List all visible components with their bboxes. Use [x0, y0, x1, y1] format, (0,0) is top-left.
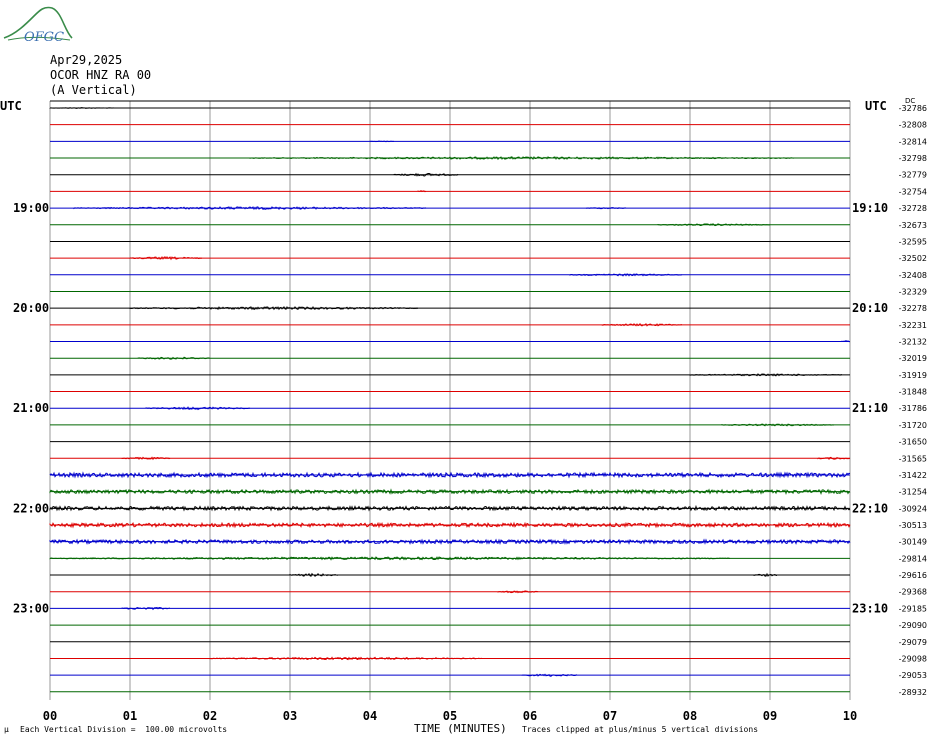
dc-offset-label: -32814	[899, 137, 927, 146]
x-tick-label: 08	[683, 709, 697, 723]
trace-noise-burst	[249, 156, 795, 161]
dc-offset-label: -32329	[899, 287, 927, 296]
x-tick-label: 06	[523, 709, 537, 723]
dc-offset-label: -32728	[899, 204, 927, 213]
trace-noise-burst	[569, 273, 683, 277]
dc-offset-label: -29814	[899, 554, 927, 563]
dc-offset-label: -29616	[899, 571, 927, 580]
x-tick-label: 03	[283, 709, 297, 723]
dc-offset-label: -30513	[899, 521, 927, 530]
hour-label-right: 20:10	[852, 301, 888, 315]
hour-label-left: 19:00	[13, 201, 49, 215]
hour-label-right: 21:10	[852, 401, 888, 415]
microvolt-symbol: μ	[4, 725, 9, 734]
dc-offset-label: -31565	[899, 454, 927, 463]
dc-offset-label: -32595	[899, 237, 927, 246]
dc-offset-label: -29053	[899, 671, 927, 680]
dc-offset-label: -32502	[899, 254, 927, 263]
dc-offset-label: -32673	[899, 221, 927, 230]
dc-offset-label: -29098	[899, 654, 927, 663]
dc-offset-label: -30149	[899, 538, 927, 547]
dc-offset-label: -31650	[899, 438, 927, 447]
dc-offset-label: -32019	[899, 354, 927, 363]
hour-label-right: 19:10	[852, 201, 888, 215]
trace-noise-burst	[129, 255, 203, 261]
dc-offset-label: -31919	[899, 371, 927, 380]
clipping-note: Traces clipped at plus/minus 5 vertical …	[522, 725, 759, 734]
trace-noise-burst	[121, 456, 171, 461]
seismogram-plot: DC -32786-32808-32814-32798-32779-32754-…	[13, 97, 927, 735]
hour-label-left: 23:00	[13, 601, 49, 615]
trace-noise-burst	[417, 190, 427, 193]
x-tick-label: 00	[43, 709, 57, 723]
hour-label-right: 22:10	[852, 501, 888, 515]
dc-offset-label: -31848	[899, 388, 927, 397]
dc-offset-label: -29368	[899, 588, 927, 597]
dc-offset-label: -29079	[899, 638, 927, 647]
dc-offset-label: -29090	[899, 621, 927, 630]
dc-offset-label: -32278	[899, 304, 927, 313]
x-tick-label: 05	[443, 709, 457, 723]
trace-noise-burst	[657, 223, 771, 227]
trace-noise-burst	[209, 656, 483, 661]
x-axis-title: TIME (MINUTES)	[414, 722, 507, 735]
trace-noise-burst	[585, 207, 627, 210]
dc-offset-label: -29185	[899, 604, 927, 613]
x-tick-label: 02	[203, 709, 217, 723]
hour-label-left: 20:00	[13, 301, 49, 315]
dc-offset-label: -31422	[899, 471, 927, 480]
trace-noise-burst	[369, 140, 395, 143]
x-tick-label: 01	[123, 709, 137, 723]
dc-offset-label: -32798	[899, 154, 927, 163]
dc-offset-label: -31786	[899, 404, 927, 413]
trace-noise-burst	[137, 356, 211, 360]
dc-offset-label: -31720	[899, 421, 927, 430]
dc-offset-label: -32779	[899, 171, 927, 180]
dc-offset-label: -32408	[899, 271, 927, 280]
x-tick-label: 10	[843, 709, 857, 723]
dc-offset-label: -28932	[899, 688, 927, 697]
dc-offset-label: -32754	[899, 187, 927, 196]
dc-offset-label: -32786	[899, 104, 927, 113]
dc-offset-label: -32231	[899, 321, 927, 330]
dc-offset-label: -32132	[899, 338, 927, 347]
x-tick-label: 04	[363, 709, 377, 723]
dc-offset-label: -31254	[899, 488, 927, 497]
trace-noise-burst	[129, 305, 419, 311]
dc-offset-label: -30924	[899, 504, 927, 513]
hour-label-left: 21:00	[13, 401, 49, 415]
dc-offset-label: -32808	[899, 121, 927, 130]
x-tick-label: 09	[763, 709, 777, 723]
hour-label-right: 23:10	[852, 601, 888, 615]
vertical-division-note: Each Vertical Division = 100.00 microvol…	[20, 725, 228, 734]
hour-label-left: 22:00	[13, 501, 49, 515]
trace-noise-burst	[289, 572, 339, 577]
trace-noise-burst	[393, 172, 459, 177]
x-tick-label: 07	[603, 709, 617, 723]
